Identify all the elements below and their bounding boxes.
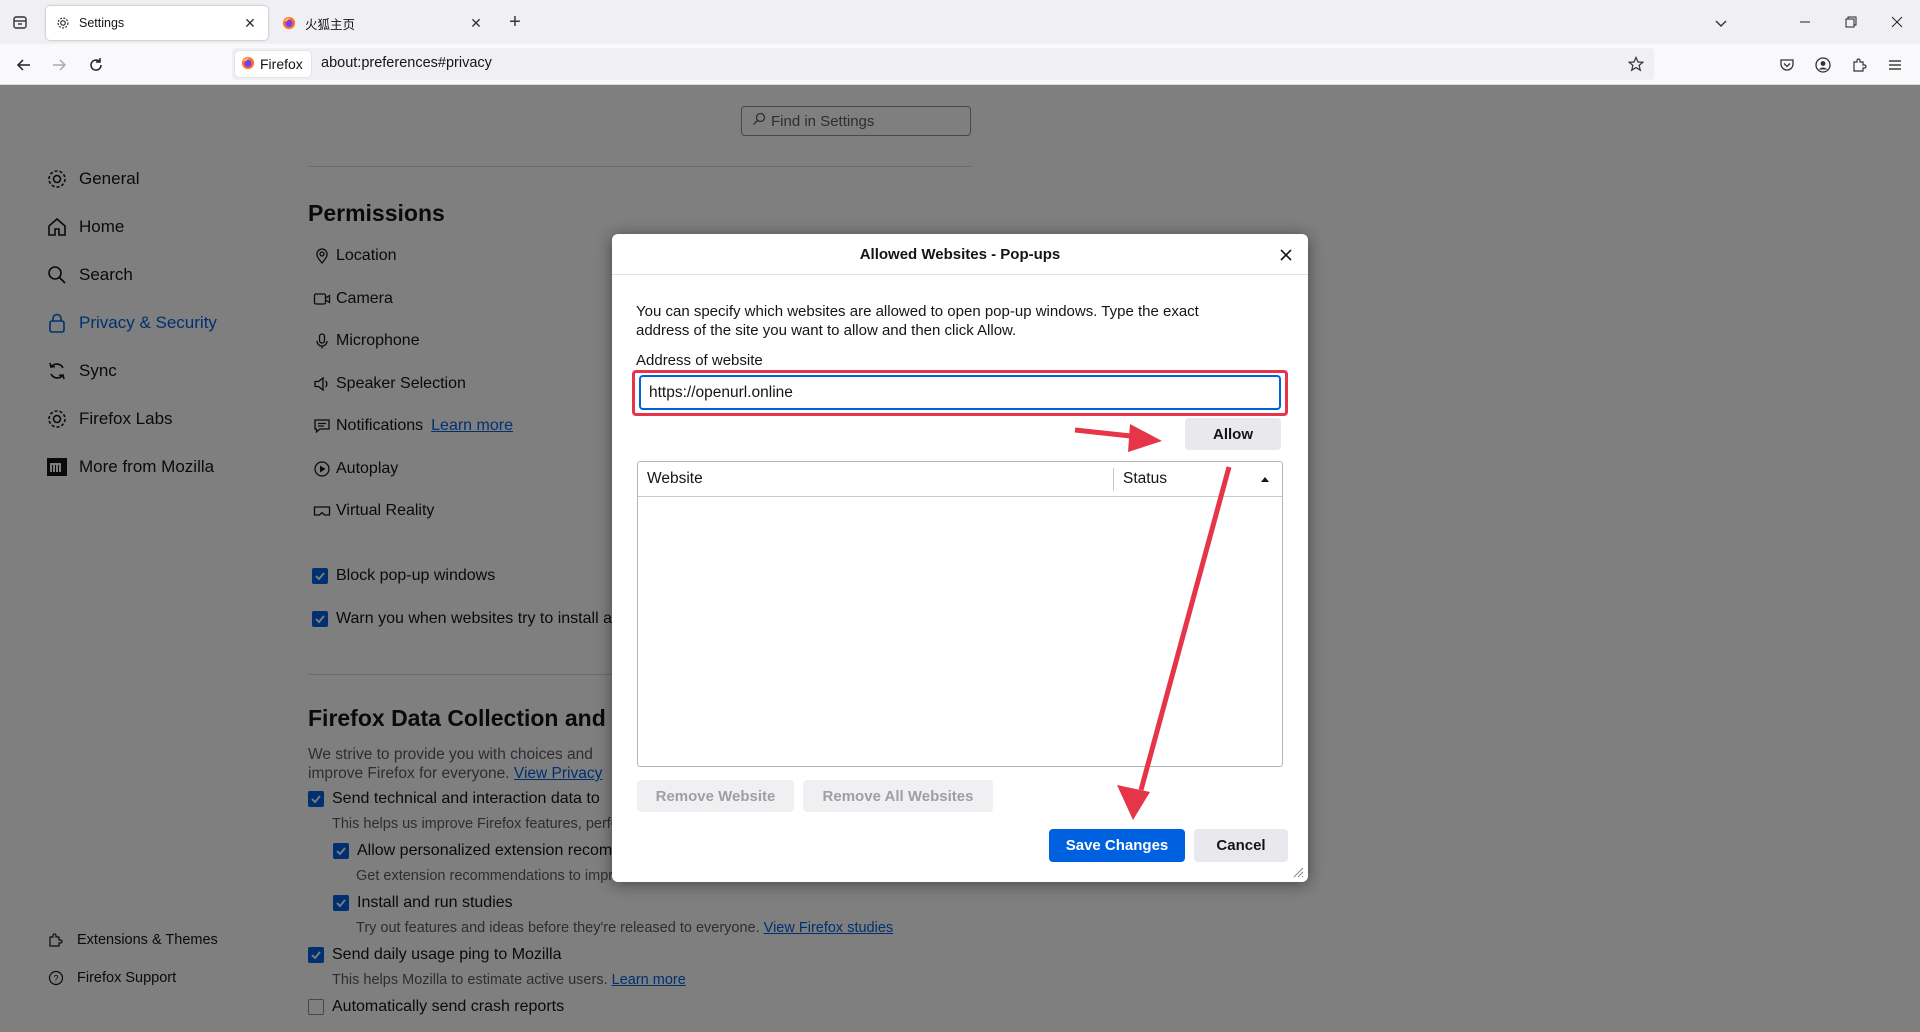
close-icon[interactable] <box>1274 243 1298 267</box>
allowed-websites-dialog: Allowed Websites - Pop-ups You can speci… <box>612 234 1308 882</box>
dialog-title: Allowed Websites - Pop-ups <box>612 234 1308 275</box>
menu-icon[interactable] <box>1883 53 1907 77</box>
address-label: Address of website <box>636 352 763 369</box>
account-icon[interactable] <box>1811 53 1835 77</box>
identity-box[interactable]: Firefox <box>235 51 311 77</box>
tab-firefox-home[interactable]: 火狐主页 ✕ <box>272 6 494 40</box>
cancel-button[interactable]: Cancel <box>1194 829 1288 862</box>
reload-icon[interactable] <box>84 53 108 77</box>
pocket-icon[interactable] <box>1775 53 1799 77</box>
chevron-down-icon[interactable] <box>1710 12 1732 34</box>
gear-icon <box>55 15 71 31</box>
new-tab-icon[interactable]: + <box>504 12 526 34</box>
identity-label: Firefox <box>260 56 303 72</box>
resize-grip-icon[interactable] <box>1292 866 1304 878</box>
bookmark-star-icon[interactable] <box>1624 52 1648 76</box>
minimize-icon[interactable] <box>1782 0 1828 44</box>
websites-list-header: Website Status <box>638 462 1282 497</box>
url-text[interactable]: about:preferences#privacy <box>321 55 492 71</box>
intro-line: You can specify which websites are allow… <box>636 303 1199 320</box>
close-tab-icon[interactable]: ✕ <box>240 13 260 33</box>
tab-title: Settings <box>79 16 125 30</box>
dialog-intro: You can specify which websites are allow… <box>636 302 1276 340</box>
firefox-icon <box>281 15 297 31</box>
tab-settings[interactable]: Settings ✕ <box>46 6 268 40</box>
firefox-view-icon[interactable] <box>9 11 31 33</box>
restore-icon[interactable] <box>1828 0 1874 44</box>
navigation-toolbar: Firefox about:preferences#privacy <box>0 44 1920 85</box>
close-tab-icon[interactable]: ✕ <box>466 13 486 33</box>
websites-list[interactable]: Website Status <box>637 461 1283 767</box>
annotation-highlight-box <box>632 370 1288 416</box>
extensions-icon[interactable] <box>1847 53 1871 77</box>
intro-line: address of the site you want to allow an… <box>636 322 1017 339</box>
allow-button[interactable]: Allow <box>1185 418 1281 450</box>
sort-ascending-icon[interactable] <box>1260 474 1270 484</box>
column-divider <box>1113 468 1114 491</box>
forward-icon[interactable] <box>47 53 71 77</box>
back-icon[interactable] <box>12 53 36 77</box>
close-window-icon[interactable] <box>1874 0 1920 44</box>
remove-website-button[interactable]: Remove Website <box>637 780 794 812</box>
tab-strip: Settings ✕ 火狐主页 ✕ + <box>0 0 1920 44</box>
column-website[interactable]: Website <box>647 470 703 488</box>
firefox-icon <box>241 56 255 73</box>
save-changes-button[interactable]: Save Changes <box>1049 829 1185 862</box>
tab-title: 火狐主页 <box>305 17 356 32</box>
url-bar[interactable]: Firefox about:preferences#privacy <box>232 48 1654 80</box>
column-status[interactable]: Status <box>1123 470 1167 488</box>
remove-all-websites-button[interactable]: Remove All Websites <box>803 780 993 812</box>
